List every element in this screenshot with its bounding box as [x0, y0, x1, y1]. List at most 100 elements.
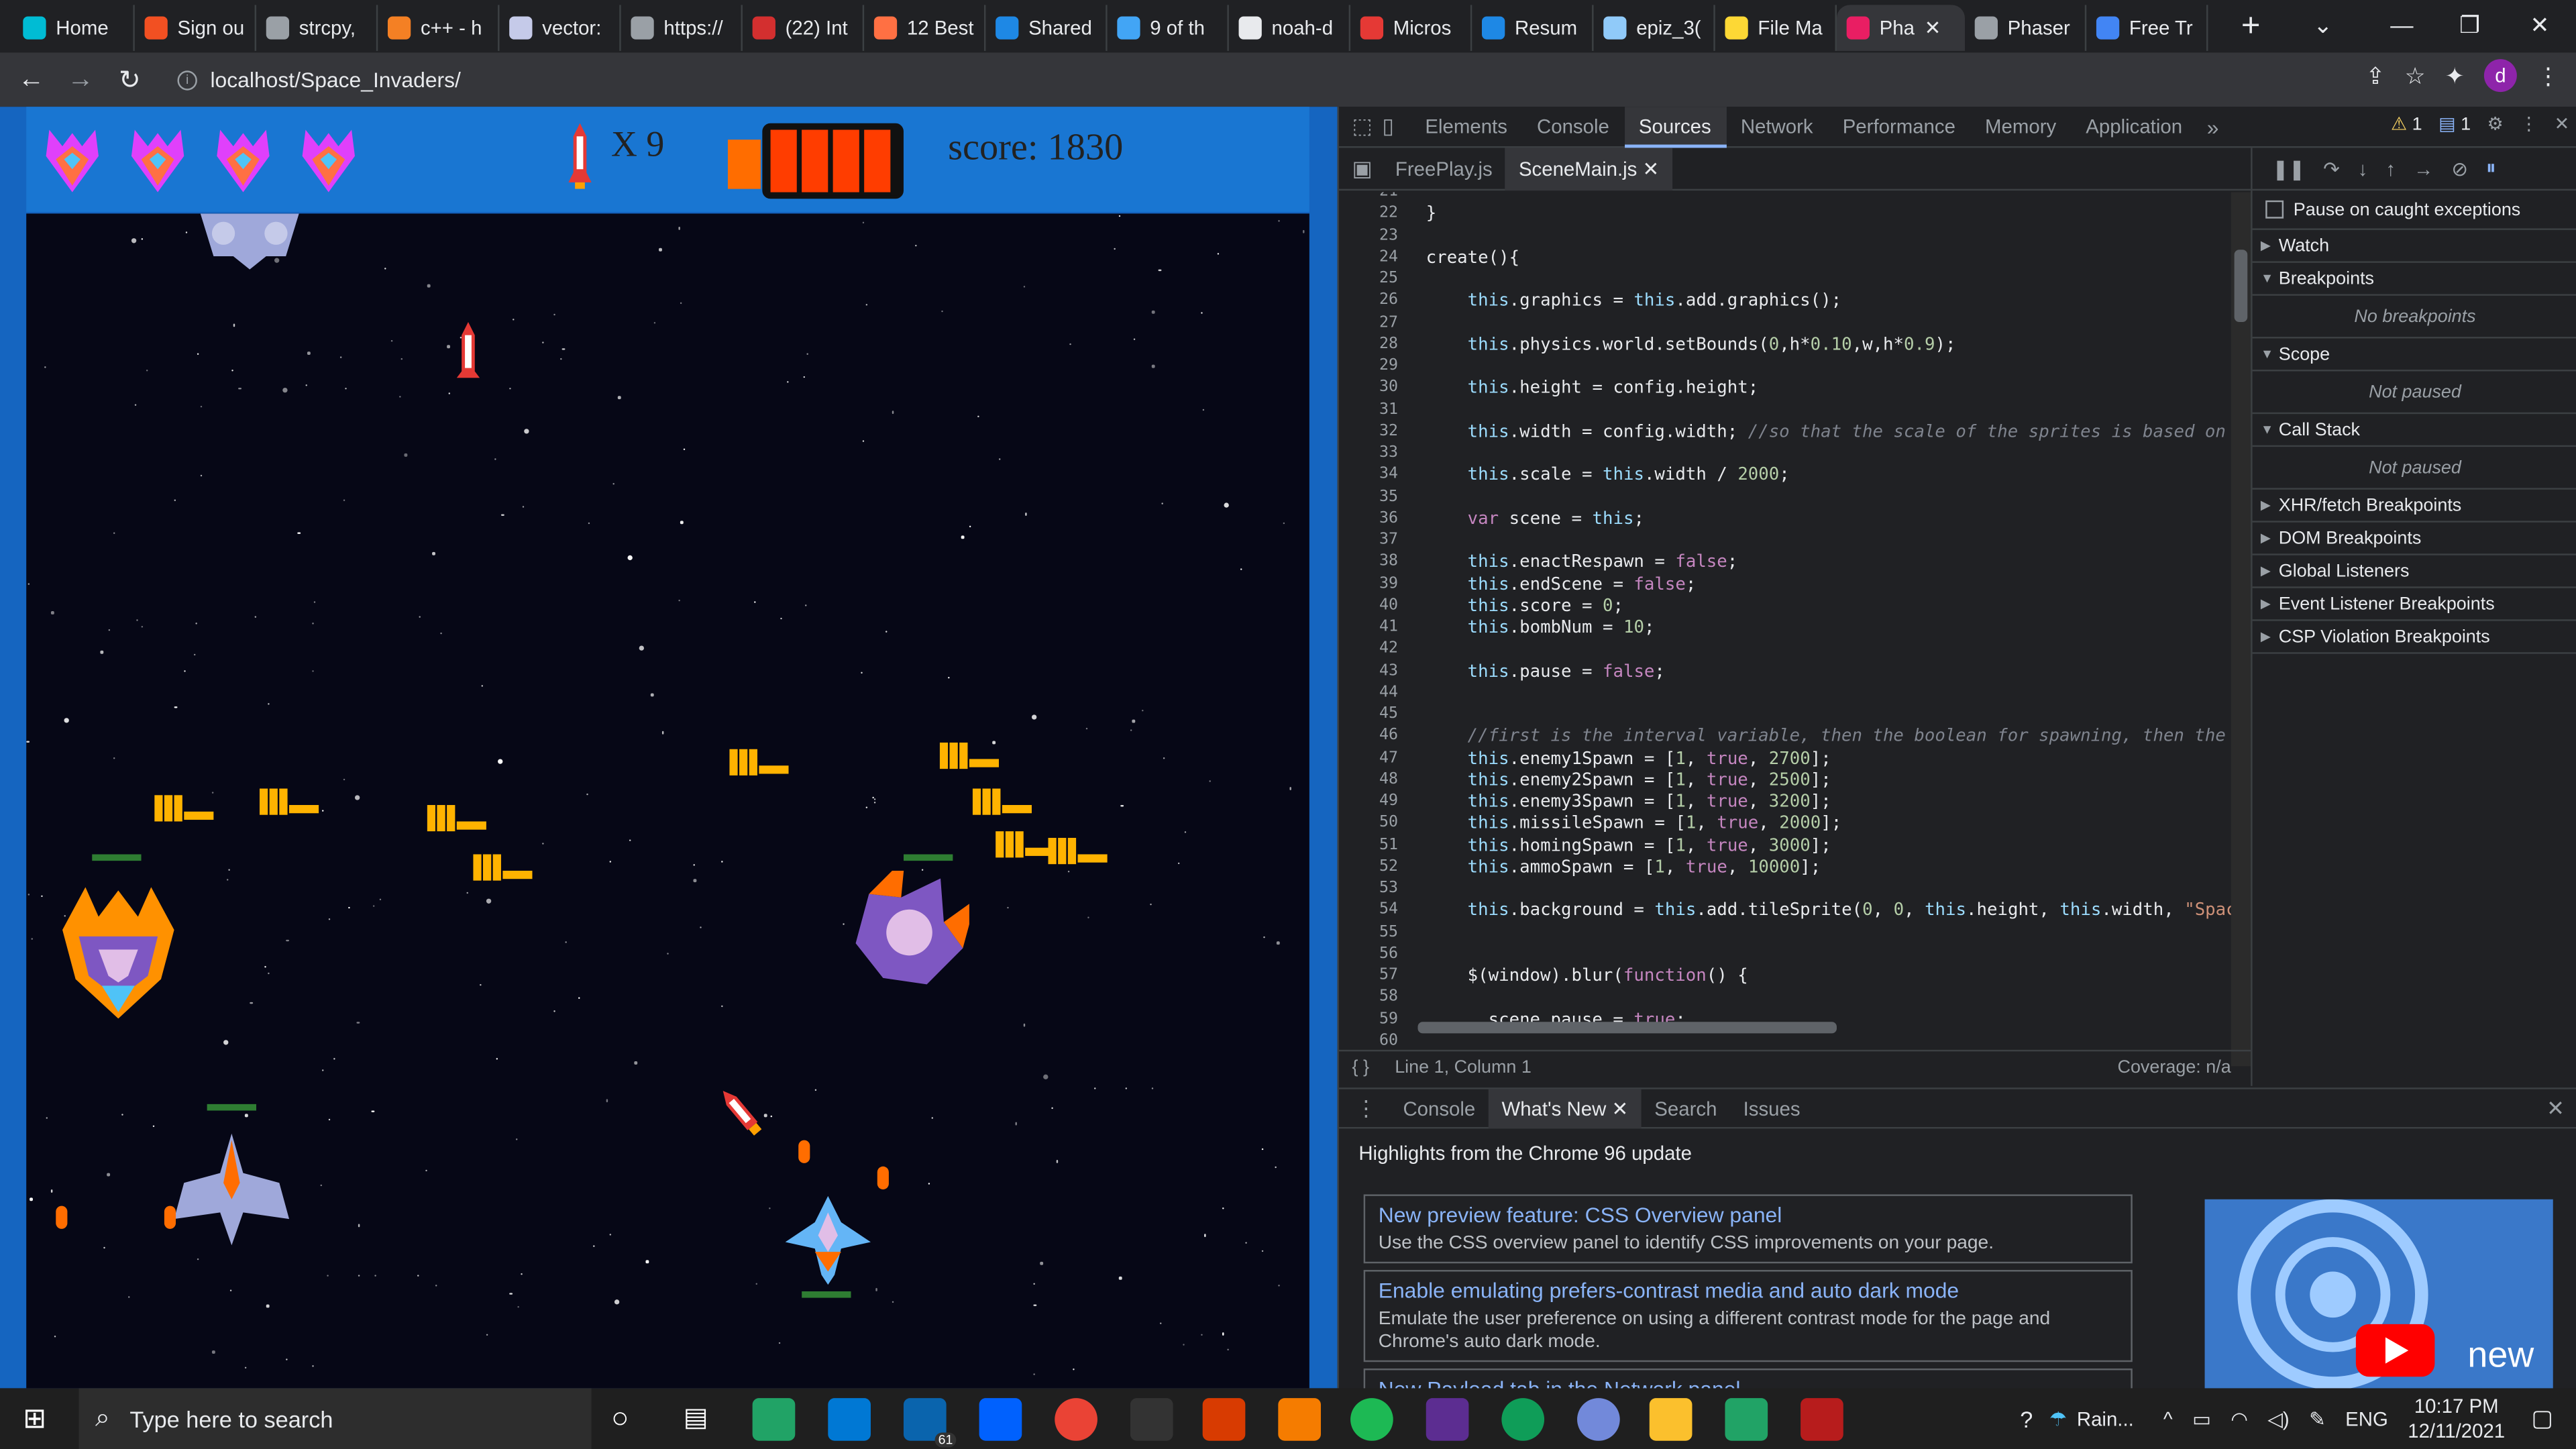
close-drawer-tab-icon[interactable]: ✕: [1606, 1097, 1628, 1120]
pause-on-exceptions-icon[interactable]: ⏸: [2486, 156, 2496, 181]
line-number[interactable]: 60: [1339, 1031, 1398, 1049]
code-line[interactable]: this.missileSpawn = [1, true, 2000];: [1426, 814, 1842, 833]
line-number[interactable]: 47: [1339, 749, 1398, 767]
browser-tab[interactable]: strcpy,: [256, 5, 378, 51]
line-number[interactable]: 45: [1339, 705, 1398, 723]
line-number[interactable]: 28: [1339, 335, 1398, 353]
line-number[interactable]: 33: [1339, 443, 1398, 462]
browser-tab[interactable]: Micros: [1350, 5, 1472, 51]
help-icon[interactable]: ?: [2020, 1405, 2033, 1432]
bookmark-star-icon[interactable]: ☆: [2405, 62, 2426, 90]
browser-tab[interactable]: noah-d: [1229, 5, 1351, 51]
line-number[interactable]: 54: [1339, 901, 1398, 919]
code-line[interactable]: this.enactRespawn = false;: [1426, 552, 1738, 572]
whats-new-card[interactable]: Enable emulating prefers-contrast media …: [1363, 1270, 2133, 1362]
store-icon[interactable]: [828, 1398, 871, 1441]
devtools-tab-sources[interactable]: Sources: [1623, 105, 1726, 148]
devtools-tab-elements[interactable]: Elements: [1410, 106, 1522, 147]
warnings-badge[interactable]: ⚠ 1: [2391, 113, 2422, 134]
devtools-tab-application[interactable]: Application: [2071, 106, 2197, 147]
line-number[interactable]: 37: [1339, 531, 1398, 549]
close-drawer-icon[interactable]: ✕: [2546, 1095, 2565, 1122]
spotify-icon[interactable]: [1350, 1398, 1393, 1441]
code-line[interactable]: this.height = config.height;: [1426, 378, 1759, 398]
drawer-tab[interactable]: Console: [1390, 1088, 1489, 1128]
code-line[interactable]: this.pause = false;: [1426, 661, 1665, 681]
browser-tab[interactable]: Home: [13, 5, 135, 51]
pause-caught-checkbox[interactable]: [2265, 200, 2284, 219]
file-explorer-icon[interactable]: [1649, 1398, 1693, 1441]
meet-icon[interactable]: ▭: [2192, 1407, 2211, 1430]
line-number[interactable]: 56: [1339, 945, 1398, 963]
share-icon[interactable]: ⇪: [2365, 62, 2385, 90]
line-number[interactable]: 57: [1339, 966, 1398, 984]
deactivate-breakpoints-icon[interactable]: ⊘: [2451, 157, 2468, 180]
line-number[interactable]: 38: [1339, 552, 1398, 570]
notifications-icon[interactable]: ▢: [2531, 1405, 2553, 1433]
browser-tab[interactable]: File Ma: [1715, 5, 1837, 51]
extensions-icon[interactable]: ✦: [2445, 62, 2465, 90]
debugger-section-call-stack[interactable]: ▼ Call Stack: [2252, 414, 2576, 447]
line-number[interactable]: 35: [1339, 487, 1398, 505]
pause-caught-row[interactable]: Pause on caught exceptions: [2252, 191, 2576, 230]
close-window-button[interactable]: ✕: [2530, 0, 2549, 49]
browser-tab[interactable]: Shared: [985, 5, 1108, 51]
clock[interactable]: 10:17 PM 12/11/2021: [2408, 1394, 2505, 1443]
line-number[interactable]: 49: [1339, 792, 1398, 810]
line-number[interactable]: 55: [1339, 922, 1398, 941]
visual-studio-icon[interactable]: [1426, 1398, 1469, 1441]
weather-label[interactable]: Rain...: [2077, 1407, 2134, 1430]
line-number[interactable]: 32: [1339, 422, 1398, 440]
code-line[interactable]: this.physics.world.setBounds(0,h*0.10,w,…: [1426, 335, 1956, 354]
code-line[interactable]: this.width = config.width; //so that the…: [1426, 422, 2231, 441]
code-line[interactable]: var scene = this;: [1426, 509, 1644, 529]
volume-icon[interactable]: ◁): [2267, 1407, 2289, 1430]
url-text[interactable]: localhost/Space_Invaders/: [210, 67, 460, 92]
filezilla-icon[interactable]: [1801, 1398, 1843, 1441]
debugger-section-breakpoints[interactable]: ▼ Breakpoints: [2252, 263, 2576, 296]
cortana-icon[interactable]: ○: [611, 1401, 629, 1436]
step-out-icon[interactable]: ↑: [2385, 157, 2396, 180]
debugger-section-event-listener-breakpoints[interactable]: ▶ Event Listener Breakpoints: [2252, 588, 2576, 621]
step-over-icon[interactable]: ↷: [2323, 157, 2340, 180]
step-into-icon[interactable]: ↓: [2358, 157, 2368, 180]
debugger-section-csp-violation-breakpoints[interactable]: ▶ CSP Violation Breakpoints: [2252, 621, 2576, 654]
site-info-icon[interactable]: i: [177, 70, 197, 90]
scroll-thumb[interactable]: [2234, 250, 2248, 323]
chrome-icon[interactable]: [1055, 1398, 1097, 1441]
format-icon[interactable]: { }: [1352, 1058, 1369, 1077]
menu-kebab-icon[interactable]: ⋮: [2536, 62, 2559, 90]
line-number[interactable]: 41: [1339, 618, 1398, 636]
code-vertical-scrollbar[interactable]: [2231, 192, 2251, 1067]
code-line[interactable]: this.score = 0;: [1426, 596, 1623, 615]
office-icon[interactable]: [1202, 1398, 1246, 1441]
browser-tab[interactable]: Resum: [1472, 5, 1594, 51]
browser-tab[interactable]: https://: [621, 5, 743, 51]
language-indicator[interactable]: ENG: [2345, 1407, 2388, 1430]
debugger-section-xhr-fetch-breakpoints[interactable]: ▶ XHR/fetch Breakpoints: [2252, 490, 2576, 523]
taskbar-search[interactable]: ⌕ Type here to search: [78, 1388, 592, 1449]
browser-tab[interactable]: 12 Best: [864, 5, 986, 51]
code-line[interactable]: this.enemy3Spawn = [1, true, 3200];: [1426, 792, 1831, 811]
code-line[interactable]: this.enemy2Spawn = [1, true, 2500];: [1426, 770, 1831, 790]
code-line[interactable]: this.homingSpawn = [1, true, 3000];: [1426, 835, 1831, 855]
browser-tab[interactable]: 9 of th: [1108, 5, 1229, 51]
code-line[interactable]: create(){: [1426, 248, 1519, 267]
task-view-icon[interactable]: ▤: [684, 1401, 708, 1434]
minimize-button[interactable]: —: [2390, 0, 2413, 49]
pause-icon[interactable]: ❚❚: [2272, 157, 2305, 180]
browser-tab[interactable]: c++ - h: [378, 5, 500, 51]
line-number[interactable]: 23: [1339, 226, 1398, 244]
code-horizontal-scrollbar[interactable]: [1405, 1018, 2210, 1034]
dropbox-icon[interactable]: [979, 1398, 1022, 1441]
code-line[interactable]: this.graphics = this.add.graphics();: [1426, 291, 1841, 311]
device-toolbar-icon[interactable]: ▯: [1382, 113, 1394, 140]
debugger-section-dom-breakpoints[interactable]: ▶ DOM Breakpoints: [2252, 523, 2576, 555]
messages-badge[interactable]: ▤ 1: [2438, 113, 2471, 134]
browser-tab[interactable]: Sign ou: [135, 5, 257, 51]
line-number[interactable]: 31: [1339, 400, 1398, 418]
code-line[interactable]: this.bombNum = 10;: [1426, 618, 1655, 637]
code-line[interactable]: this.ammoSpawn = [1, true, 10000];: [1426, 857, 1821, 877]
browser-tab[interactable]: Pha ✕: [1836, 5, 1966, 51]
line-number[interactable]: 29: [1339, 356, 1398, 374]
